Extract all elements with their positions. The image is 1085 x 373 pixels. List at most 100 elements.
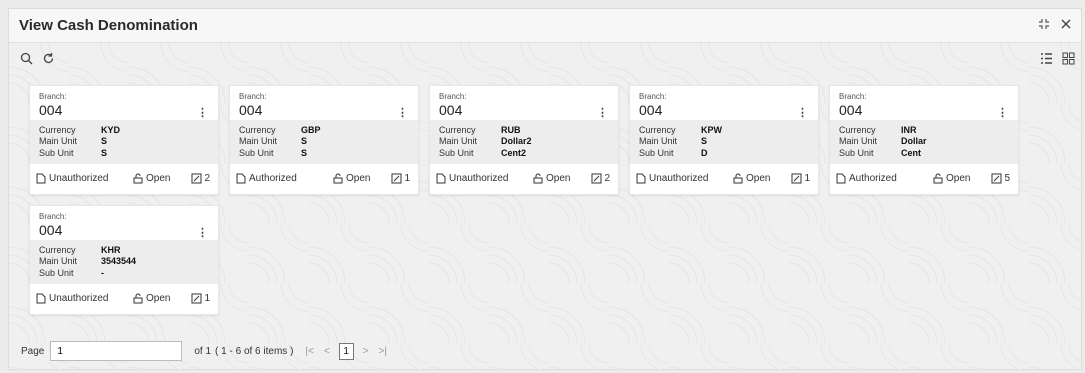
document-icon — [436, 173, 446, 184]
denomination-card[interactable]: Branch: 004 ⋮ Currency GBP Main Unit S Sub U… — [229, 85, 419, 195]
main-unit-label: Main Unit — [39, 136, 78, 147]
auth-status: Unauthorized — [36, 293, 108, 304]
version-count: 2 — [191, 173, 210, 184]
currency-label: Currency — [39, 125, 76, 135]
branch-label: Branch: — [639, 92, 667, 101]
list-view-icon[interactable] — [1039, 51, 1053, 65]
version-count: 1 — [391, 173, 410, 184]
branch-value: 004 — [639, 102, 663, 118]
minimize-icon[interactable] — [1037, 17, 1051, 31]
currency-label: Currency — [239, 125, 276, 135]
sub-unit-value: Cent2 — [501, 147, 527, 158]
record-status-text: Open — [346, 173, 371, 184]
document-icon — [236, 173, 246, 184]
main-unit-value: S — [101, 136, 108, 147]
version-number: 2 — [204, 173, 210, 184]
unlock-icon — [133, 293, 143, 304]
document-icon — [836, 173, 846, 184]
edit-icon — [791, 173, 802, 184]
auth-status: Unauthorized — [36, 173, 108, 184]
record-status-text: Open — [946, 173, 971, 184]
next-page-icon[interactable]: > — [363, 346, 369, 357]
auth-status: Unauthorized — [436, 173, 508, 184]
branch-label: Branch: — [839, 92, 867, 101]
kebab-menu-icon[interactable]: ⋮ — [197, 106, 208, 119]
edit-icon — [191, 173, 202, 184]
title-bar: View Cash Denomination — [9, 9, 1081, 43]
version-number: 1 — [404, 173, 410, 184]
page-title: View Cash Denomination — [19, 17, 198, 34]
currency-label: Currency — [439, 125, 476, 135]
currency-value: KHR — [101, 245, 121, 255]
denomination-card[interactable]: Branch: 004 ⋮ Currency KHR Main Unit 3543544… — [29, 205, 219, 315]
sub-unit-value: - — [101, 267, 104, 278]
main-unit-label: Main Unit — [839, 136, 878, 147]
grid-view-icon[interactable] — [1061, 51, 1075, 65]
sub-unit-label: Sub Unit — [39, 147, 74, 158]
prev-page-icon[interactable]: < — [324, 346, 330, 357]
kebab-menu-icon[interactable]: ⋮ — [797, 106, 808, 119]
currency-value: KYD — [101, 125, 121, 135]
kebab-menu-icon[interactable]: ⋮ — [397, 106, 408, 119]
unlock-icon — [533, 173, 543, 184]
main-unit-value: Dollar2 — [501, 136, 532, 147]
document-icon — [36, 173, 46, 184]
items-summary: ( 1 - 6 of 6 items ) — [215, 345, 294, 357]
denomination-card[interactable]: Branch: 004 ⋮ Currency KYD Main Unit S Sub U… — [29, 85, 219, 195]
view-toggle — [1039, 51, 1075, 65]
denomination-card[interactable]: Branch: 004 ⋮ Currency RUB Main Unit Dollar2… — [429, 85, 619, 195]
version-number: 5 — [1004, 173, 1010, 184]
sub-unit-value: S — [301, 147, 308, 158]
sub-unit-value: D — [701, 147, 708, 158]
record-status-text: Open — [546, 173, 571, 184]
sub-unit-value: S — [101, 147, 108, 158]
branch-value: 004 — [39, 222, 63, 238]
currency-label: Currency — [839, 125, 876, 135]
record-status: Open — [533, 173, 570, 184]
record-status: Open — [133, 173, 170, 184]
main-unit-label: Main Unit — [39, 256, 78, 267]
denomination-card[interactable]: Branch: 004 ⋮ Currency KPW Main Unit S Sub U… — [629, 85, 819, 195]
unlock-icon — [133, 173, 143, 184]
auth-status-text: Unauthorized — [649, 173, 709, 184]
search-icon[interactable] — [19, 51, 33, 65]
branch-label: Branch: — [39, 212, 67, 221]
version-number: 2 — [604, 173, 610, 184]
kebab-menu-icon[interactable]: ⋮ — [197, 226, 208, 239]
last-page-icon[interactable]: >| — [379, 346, 387, 357]
main-unit-value: 3543544 — [101, 256, 137, 267]
record-status: Open — [733, 173, 770, 184]
main-unit-label: Main Unit — [439, 136, 478, 147]
kebab-menu-icon[interactable]: ⋮ — [597, 106, 608, 119]
edit-icon — [191, 293, 202, 304]
auth-status: Authorized — [836, 173, 897, 184]
currency-value: RUB — [501, 125, 521, 135]
branch-label: Branch: — [39, 92, 67, 101]
refresh-icon[interactable] — [41, 51, 55, 65]
record-status: Open — [133, 293, 170, 304]
branch-value: 004 — [839, 102, 863, 118]
view-cash-denomination-window: View Cash Denomination Branch: 004 ⋮ Cur… — [8, 8, 1083, 371]
branch-label: Branch: — [239, 92, 267, 101]
denomination-card[interactable]: Branch: 004 ⋮ Currency INR Main Unit Dollar … — [829, 85, 1019, 195]
page-input[interactable] — [50, 341, 183, 361]
currency-label: Currency — [639, 125, 676, 135]
kebab-menu-icon[interactable]: ⋮ — [997, 106, 1008, 119]
current-page[interactable]: 1 — [338, 342, 354, 360]
main-unit-label: Main Unit — [239, 136, 278, 147]
document-icon — [636, 173, 646, 184]
auth-status-text: Authorized — [249, 173, 297, 184]
close-icon[interactable] — [1059, 17, 1073, 31]
record-status: Open — [933, 173, 970, 184]
main-unit-label: Main Unit — [639, 136, 678, 147]
branch-value: 004 — [39, 102, 63, 118]
currency-value: GBP — [301, 125, 321, 135]
unlock-icon — [733, 173, 743, 184]
version-number: 1 — [204, 293, 210, 304]
record-status: Open — [333, 173, 370, 184]
edit-icon — [391, 173, 402, 184]
unlock-icon — [333, 173, 343, 184]
main-unit-value: S — [701, 136, 708, 147]
first-page-icon[interactable]: |< — [305, 346, 313, 357]
unlock-icon — [933, 173, 943, 184]
